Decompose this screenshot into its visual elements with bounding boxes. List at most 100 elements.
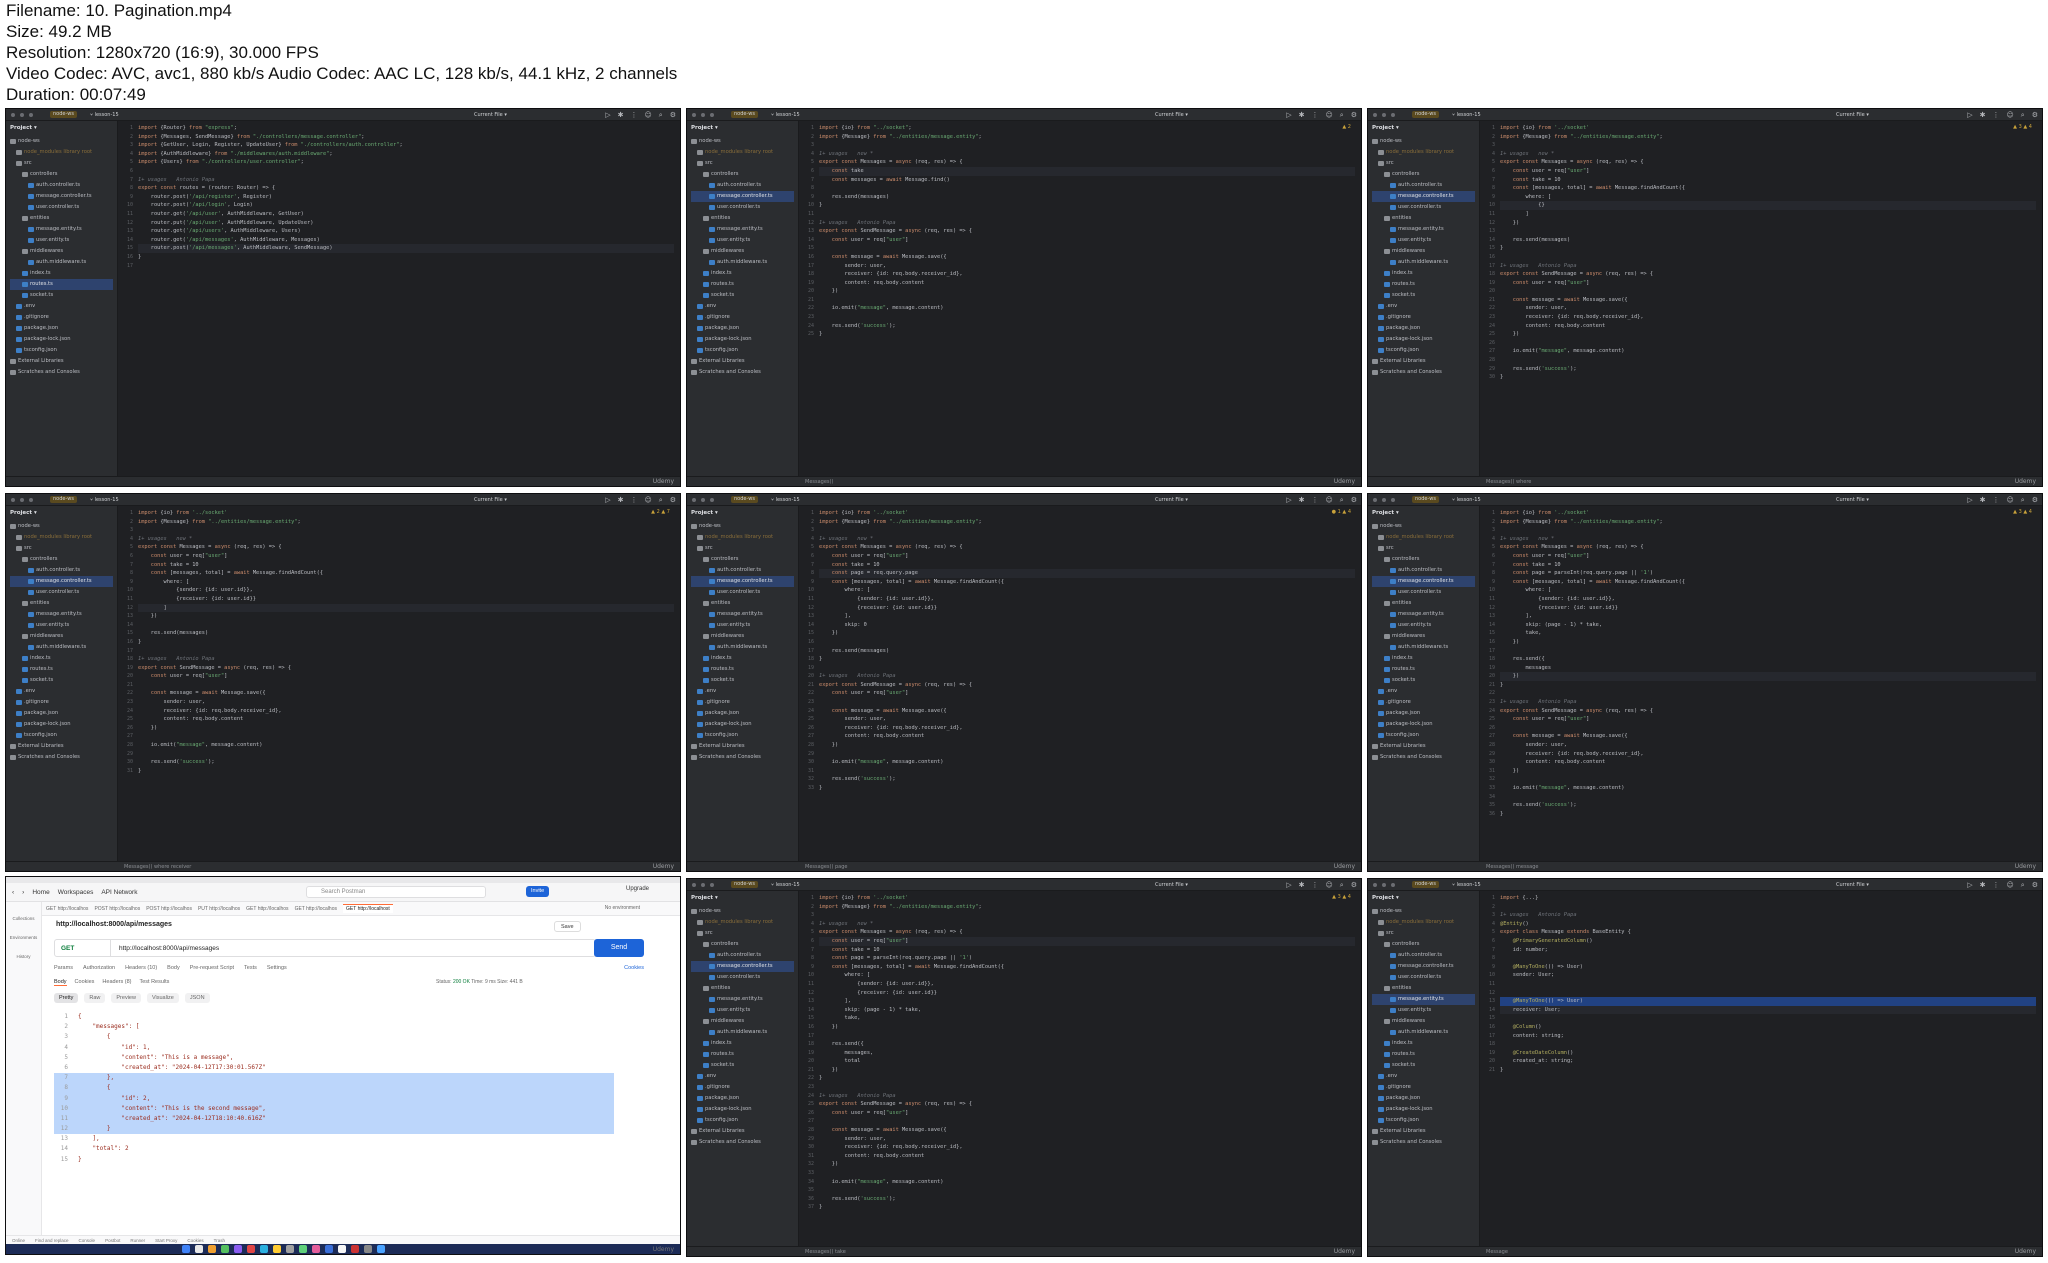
upgrade-button[interactable]: Upgrade xyxy=(626,886,649,892)
dock-app-icon[interactable] xyxy=(221,1245,229,1253)
project-tree-item[interactable]: Scratches and Consoles xyxy=(691,1137,794,1148)
window-control-dot[interactable] xyxy=(710,882,714,887)
project-tree-item[interactable]: controllers xyxy=(691,169,794,180)
branch-switcher[interactable]: ⑂ lesson-15 xyxy=(1452,112,1481,118)
search-icon[interactable]: ⌕ xyxy=(1340,111,1344,119)
dock-app-icon[interactable] xyxy=(195,1245,203,1253)
dock-app-icon[interactable] xyxy=(234,1245,242,1253)
project-tree-item[interactable]: routes.ts xyxy=(10,664,113,675)
status-bar-item[interactable]: Online xyxy=(12,1238,25,1243)
search-icon[interactable]: ⌕ xyxy=(1340,496,1344,504)
project-tree-item[interactable]: auth.controller.ts xyxy=(691,180,794,191)
nav-home[interactable]: Home xyxy=(32,889,49,896)
account-icon[interactable]: ☺ xyxy=(1325,496,1332,504)
project-tree-item[interactable]: package-lock.json xyxy=(1372,334,1475,345)
url-input[interactable]: http://localhost:8000/api/messages xyxy=(111,945,219,952)
project-tree-item[interactable]: node_modules library root xyxy=(1372,532,1475,543)
project-tree-item[interactable]: External Libraries xyxy=(691,356,794,367)
project-tree-item[interactable]: node-ws xyxy=(691,136,794,147)
code-editor[interactable]: import {io} from '../socket' import {Mess… xyxy=(819,894,1355,1242)
account-icon[interactable]: ☺ xyxy=(1325,111,1332,119)
project-tree-item[interactable]: .gitignore xyxy=(1372,312,1475,323)
run-icon[interactable]: ▷ xyxy=(1967,111,1972,119)
project-tree-item[interactable]: message.controller.ts xyxy=(10,576,113,587)
project-tree-item[interactable]: routes.ts xyxy=(1372,1049,1475,1060)
project-tree-item[interactable]: package.json xyxy=(691,323,794,334)
branch-switcher[interactable]: ⑂ lesson-15 xyxy=(771,112,800,118)
project-tree-item[interactable]: entities xyxy=(1372,983,1475,994)
account-icon[interactable]: ☺ xyxy=(2006,111,2013,119)
window-control-dot[interactable] xyxy=(1382,882,1386,887)
project-tree-item[interactable]: External Libraries xyxy=(1372,356,1475,367)
project-tree-item[interactable]: package-lock.json xyxy=(10,334,113,345)
settings-icon[interactable]: ⚙ xyxy=(2032,881,2038,889)
debug-icon[interactable]: ✱ xyxy=(1299,111,1305,119)
debug-icon[interactable]: ✱ xyxy=(1299,881,1305,889)
project-switcher[interactable]: node-ws xyxy=(1412,111,1439,118)
project-tree-item[interactable]: node_modules library root xyxy=(691,147,794,158)
project-tree-item[interactable]: src xyxy=(1372,928,1475,939)
window-control-dot[interactable] xyxy=(20,497,24,502)
search-icon[interactable]: ⌕ xyxy=(2021,496,2025,504)
project-tree-item[interactable]: message.entity.ts xyxy=(691,994,794,1005)
project-tree-item[interactable]: index.ts xyxy=(10,653,113,664)
project-tree-item[interactable]: routes.ts xyxy=(691,1049,794,1060)
project-tree-item[interactable]: External Libraries xyxy=(691,1126,794,1137)
project-tree-item[interactable]: index.ts xyxy=(1372,653,1475,664)
project-tree-item[interactable]: node-ws xyxy=(10,521,113,532)
project-tree-item[interactable]: controllers xyxy=(10,169,113,180)
tab-headers[interactable]: Headers (10) xyxy=(125,965,157,971)
status-bar-item[interactable]: Start Proxy xyxy=(155,1238,177,1243)
branch-switcher[interactable]: ⑂ lesson-15 xyxy=(1452,882,1481,888)
project-tree-item[interactable]: src xyxy=(10,543,113,554)
save-button[interactable]: Save xyxy=(554,921,581,932)
project-tree-item[interactable]: message.controller.ts xyxy=(691,576,794,587)
search-icon[interactable]: ⌕ xyxy=(1340,881,1344,889)
project-tree-item[interactable]: tsconfig.json xyxy=(691,730,794,741)
project-tree-item[interactable]: message.controller.ts xyxy=(1372,961,1475,972)
project-tree-item[interactable]: tsconfig.json xyxy=(10,345,113,356)
project-tree-item[interactable]: middlewares xyxy=(10,246,113,257)
project-tree-item[interactable]: user.controller.ts xyxy=(10,202,113,213)
code-editor[interactable]: import {io} from '../socket' import {Mess… xyxy=(819,509,1355,857)
window-control-dot[interactable] xyxy=(1373,112,1377,117)
request-tab[interactable]: GET http://localhos xyxy=(246,906,288,912)
project-tree-item[interactable]: entities xyxy=(10,213,113,224)
sidebar-item-collections[interactable]: Collections xyxy=(6,916,41,921)
project-tree-item[interactable]: Scratches and Consoles xyxy=(1372,752,1475,763)
project-tree-item[interactable]: tsconfig.json xyxy=(1372,730,1475,741)
window-control-dot[interactable] xyxy=(710,112,714,117)
project-tree-item[interactable]: user.entity.ts xyxy=(691,620,794,631)
project-tree-item[interactable]: socket.ts xyxy=(10,675,113,686)
format-preview[interactable]: Preview xyxy=(111,993,141,1003)
sidebar-item-history[interactable]: History xyxy=(6,954,41,959)
project-tree-item[interactable]: External Libraries xyxy=(1372,741,1475,752)
status-bar-item[interactable]: Find and replace xyxy=(35,1238,69,1243)
project-tree-item[interactable]: tsconfig.json xyxy=(10,730,113,741)
code-editor[interactable]: import {Router} from "express"; import {M… xyxy=(138,124,674,472)
project-tree-item[interactable]: auth.middleware.ts xyxy=(691,1027,794,1038)
project-tree-item[interactable]: routes.ts xyxy=(691,279,794,290)
project-tree-item[interactable]: auth.controller.ts xyxy=(691,565,794,576)
dock-app-icon[interactable] xyxy=(338,1245,346,1253)
project-tree-item[interactable]: entities xyxy=(691,213,794,224)
request-tab-active[interactable]: GET http://localhost xyxy=(343,904,393,913)
project-tree-item[interactable]: auth.middleware.ts xyxy=(1372,642,1475,653)
project-tree-item[interactable]: message.entity.ts xyxy=(1372,994,1475,1005)
project-tree-item[interactable]: src xyxy=(691,543,794,554)
run-icon[interactable]: ▷ xyxy=(1286,496,1291,504)
project-panel-title[interactable]: Project ▾ xyxy=(1372,125,1475,131)
project-tree-item[interactable]: tsconfig.json xyxy=(691,1115,794,1126)
request-tab[interactable]: POST http://localhos xyxy=(146,906,192,912)
inspection-warnings[interactable]: ▲ 3 ▲ 4 xyxy=(2013,124,2032,130)
back-icon[interactable]: ‹ xyxy=(12,889,14,896)
code-editor[interactable]: import {io} from '../socket' import {Mess… xyxy=(1500,124,2036,472)
run-configuration[interactable]: Current File ▾ xyxy=(474,497,507,503)
project-tree-item[interactable]: message.entity.ts xyxy=(691,224,794,235)
window-control-dot[interactable] xyxy=(29,497,33,502)
project-tree-item[interactable]: socket.ts xyxy=(691,675,794,686)
account-icon[interactable]: ☺ xyxy=(1325,881,1332,889)
format-json-select[interactable]: JSON xyxy=(184,993,210,1003)
more-icon[interactable]: ⋮ xyxy=(1311,881,1318,889)
project-tree-item[interactable]: tsconfig.json xyxy=(1372,1115,1475,1126)
